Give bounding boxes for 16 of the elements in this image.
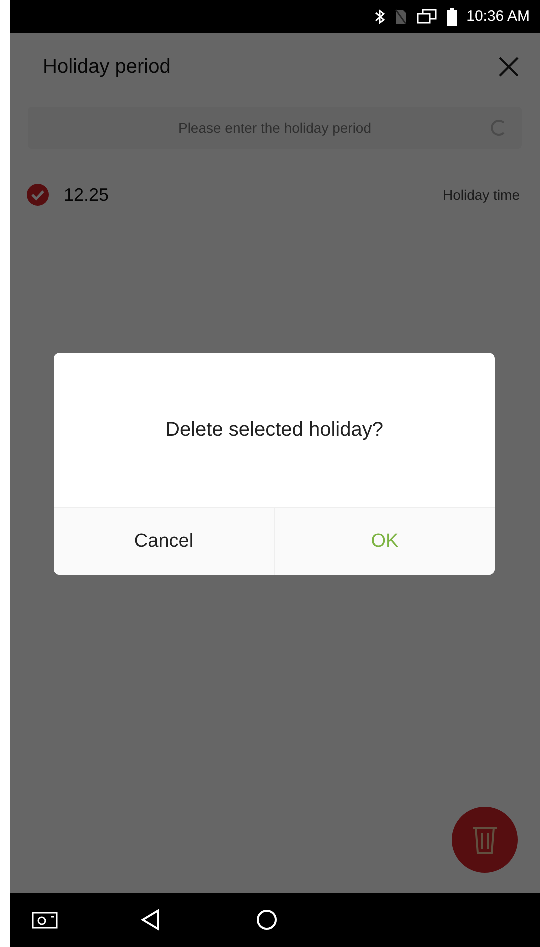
- holiday-date: 12.25: [64, 184, 110, 206]
- cancel-button[interactable]: Cancel: [54, 508, 274, 575]
- no-sim-icon: [394, 8, 407, 24]
- holiday-type: Holiday time: [442, 187, 520, 203]
- windows-icon: [416, 8, 437, 24]
- home-icon[interactable]: [256, 909, 278, 931]
- page-title: Holiday period: [43, 56, 171, 78]
- back-icon[interactable]: [140, 909, 160, 931]
- dialog-message: Delete selected holiday?: [166, 418, 384, 442]
- battery-icon: [446, 8, 457, 26]
- bluetooth-icon: [374, 8, 385, 24]
- close-icon[interactable]: [498, 56, 520, 78]
- trash-icon: [472, 825, 498, 855]
- status-time: 10:36 AM: [466, 8, 530, 25]
- checkbox[interactable]: [26, 183, 50, 207]
- screenshot-icon[interactable]: [32, 911, 58, 929]
